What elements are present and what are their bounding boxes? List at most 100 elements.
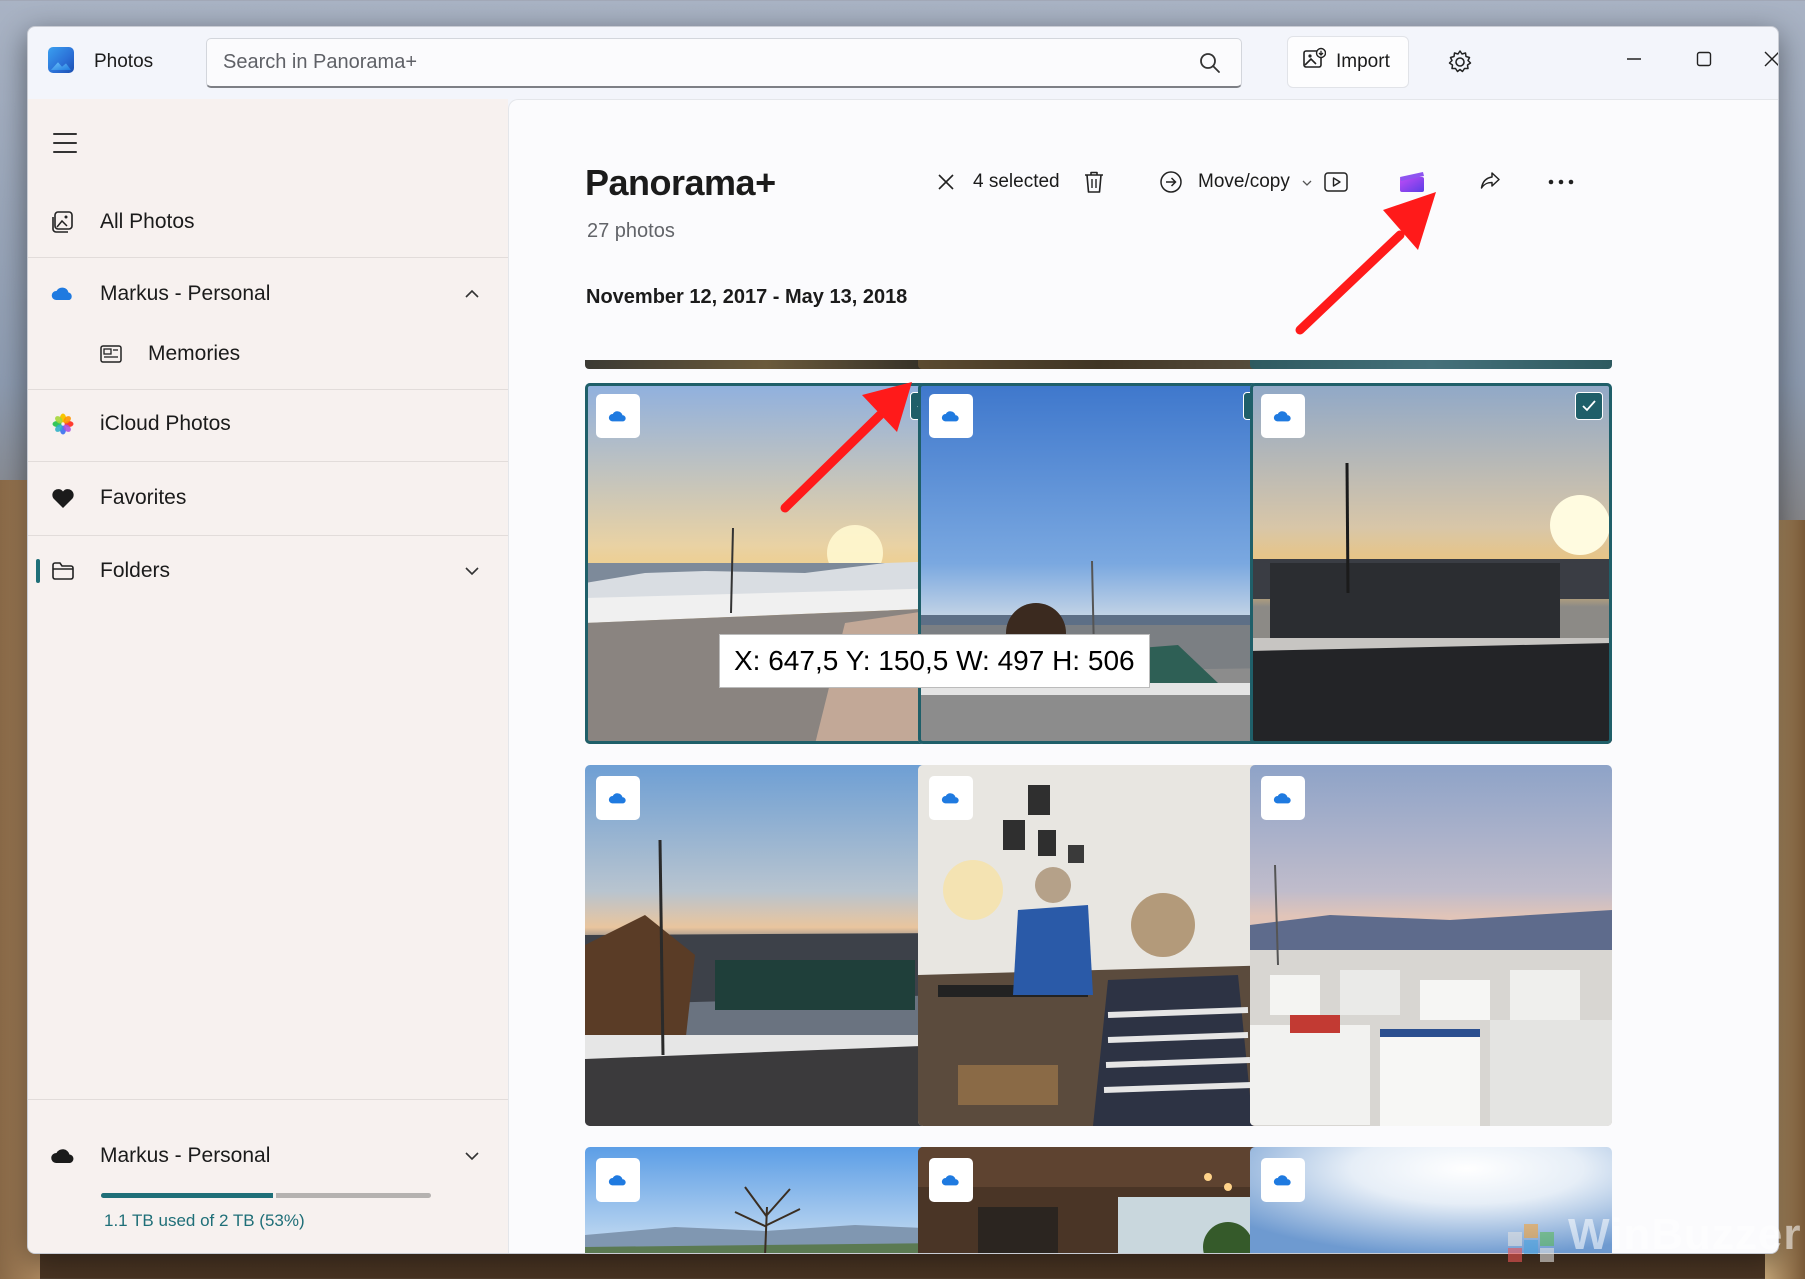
- more-options-button[interactable]: [1546, 162, 1576, 202]
- sidebar-item-markus-personal[interactable]: Markus - Personal: [28, 263, 508, 325]
- photo-tile-selected[interactable]: [585, 383, 947, 744]
- photo-tile[interactable]: [918, 1147, 1280, 1253]
- hamburger-menu-icon[interactable]: [48, 129, 82, 157]
- photo-tile-partial: [585, 360, 947, 369]
- onedrive-icon: [941, 792, 959, 803]
- sidebar-item-label: Markus - Personal: [100, 282, 271, 305]
- onedrive-icon: [608, 410, 626, 421]
- minimize-button[interactable]: [1608, 37, 1660, 81]
- sidebar-item-label: Favorites: [100, 486, 187, 509]
- search-box[interactable]: [206, 38, 1242, 88]
- sidebar-item-memories[interactable]: Memories: [28, 323, 508, 385]
- slideshow-play-icon: [1321, 167, 1351, 197]
- onedrive-icon: [608, 792, 626, 803]
- onedrive-icon: [941, 410, 959, 421]
- photos-app-icon: [48, 47, 74, 73]
- clipchamp-video-button[interactable]: [1397, 162, 1427, 202]
- onedrive-badge: [929, 776, 973, 820]
- share-button[interactable]: [1475, 162, 1505, 202]
- onedrive-icon: [1273, 410, 1291, 421]
- chevron-down-icon: [1302, 171, 1312, 193]
- photo-tile[interactable]: [1250, 765, 1612, 1126]
- clipchamp-icon: [1397, 167, 1427, 197]
- onedrive-badge: [596, 394, 640, 438]
- sidebar-item-icloud-photos[interactable]: iCloud Photos: [28, 393, 508, 455]
- import-button[interactable]: Import: [1287, 36, 1409, 88]
- photo-lamppost-dusk: [585, 765, 947, 1126]
- active-indicator: [36, 559, 40, 583]
- watermark-text: WinBuzzer: [1568, 1210, 1802, 1259]
- onedrive-icon: [941, 1174, 959, 1185]
- clear-selection-button[interactable]: 4 selected: [931, 162, 1060, 202]
- sidebar-divider: [28, 257, 508, 258]
- close-icon: [931, 167, 961, 197]
- delete-button[interactable]: [1079, 162, 1109, 202]
- gear-icon: [1448, 50, 1472, 73]
- sidebar-item-folders[interactable]: Folders: [28, 540, 508, 602]
- photo-count: 27 photos: [587, 220, 675, 242]
- onedrive-badge: [596, 1158, 640, 1202]
- import-label: Import: [1336, 51, 1390, 72]
- storage-progress-bar: [101, 1193, 431, 1198]
- app-title: Photos: [94, 51, 154, 72]
- share-icon: [1475, 167, 1505, 197]
- sidebar-item-label: Memories: [148, 342, 241, 365]
- sidebar-divider: [28, 389, 508, 390]
- close-button[interactable]: [1746, 37, 1778, 81]
- onedrive-badge: [596, 776, 640, 820]
- maximize-button[interactable]: [1678, 37, 1730, 81]
- sidebar-item-label: iCloud Photos: [100, 412, 231, 435]
- maximize-icon: [1696, 51, 1712, 67]
- close-icon: [1764, 51, 1778, 67]
- coordinates-tooltip: X: 647,5 Y: 150,5 W: 497 H: 506: [719, 634, 1150, 688]
- more-dots-icon: [1546, 167, 1576, 197]
- slideshow-button[interactable]: [1321, 162, 1351, 202]
- onedrive-icon: [50, 281, 76, 307]
- photo-tile-selected[interactable]: [1250, 383, 1612, 744]
- onedrive-badge: [929, 1158, 973, 1202]
- selected-count: 4 selected: [973, 171, 1060, 192]
- photo-sunset-panorama: [585, 383, 947, 744]
- move-arrow-icon: [1156, 167, 1186, 197]
- sidebar-divider: [28, 1099, 508, 1100]
- photo-tile[interactable]: [918, 765, 1280, 1126]
- page-title: Panorama+: [585, 162, 776, 203]
- onedrive-badge: [929, 394, 973, 438]
- winbuzzer-logo: [1508, 1224, 1554, 1262]
- photo-tile-partial: [918, 360, 1280, 369]
- photo-tile[interactable]: [585, 1147, 947, 1253]
- trash-icon: [1079, 167, 1109, 197]
- photo-white-town: [1250, 765, 1612, 1126]
- cloud-icon: [50, 1143, 76, 1169]
- storage-usage-text: 1.1 TB used of 2 TB (53%): [104, 1211, 305, 1230]
- onedrive-icon: [608, 1174, 626, 1185]
- chevron-up-icon[interactable]: [462, 284, 482, 304]
- onedrive-badge: [1261, 394, 1305, 438]
- icloud-photos-icon: [50, 411, 76, 437]
- photo-tile[interactable]: [585, 765, 947, 1126]
- search-input[interactable]: [223, 51, 1195, 74]
- photo-tile-partial: [1250, 360, 1612, 369]
- memories-icon: [98, 341, 124, 367]
- move-copy-button[interactable]: Move/copy: [1156, 162, 1312, 202]
- sidebar-divider: [28, 461, 508, 462]
- chevron-down-icon[interactable]: [462, 1146, 482, 1166]
- storage-account[interactable]: Markus - Personal: [28, 1125, 508, 1187]
- storage-account-label: Markus - Personal: [100, 1144, 271, 1167]
- photo-tile-selected[interactable]: [918, 383, 1280, 744]
- onedrive-badge: [1261, 1158, 1305, 1202]
- onedrive-icon: [1273, 792, 1291, 803]
- chevron-down-icon[interactable]: [462, 561, 482, 581]
- title-bar: Photos Import: [28, 27, 1778, 99]
- sidebar-item-all-photos[interactable]: All Photos: [28, 191, 508, 253]
- search-icon[interactable]: [1195, 48, 1225, 78]
- heart-icon: [50, 485, 76, 511]
- selection-checkbox[interactable]: [1575, 392, 1603, 420]
- sidebar-item-label: All Photos: [100, 210, 195, 233]
- date-range-header: November 12, 2017 - May 13, 2018: [586, 286, 908, 308]
- onedrive-badge: [1261, 776, 1305, 820]
- move-copy-label: Move/copy: [1198, 171, 1290, 192]
- settings-button[interactable]: [1441, 43, 1479, 81]
- photo-town-dusk: [918, 383, 1280, 744]
- sidebar-item-favorites[interactable]: Favorites: [28, 467, 508, 529]
